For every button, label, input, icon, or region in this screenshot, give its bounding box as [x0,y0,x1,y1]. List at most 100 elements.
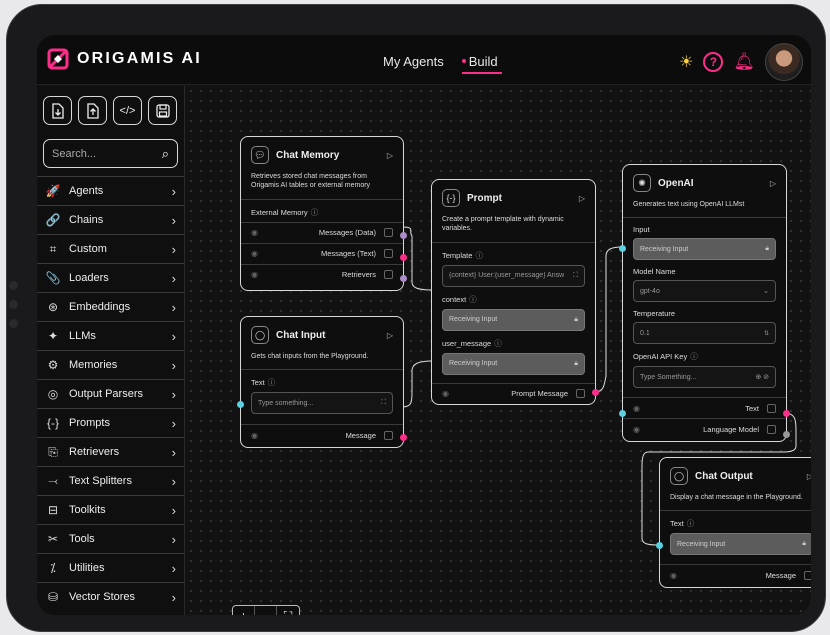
output-inspect-icon [384,228,393,238]
sidebar-item-custom[interactable]: ⌗ Custom › [37,234,184,263]
toolkits-icon: ⊟ [47,503,59,517]
node-description: Generates text using OpenAI LLMst [633,201,745,208]
export-button[interactable] [78,96,107,125]
chevron-right-icon: › [171,415,176,431]
model-select[interactable]: gpt-4o ⌄ [633,280,776,303]
sidebar-item-utilities[interactable]: ⁒ Utilities › [37,553,184,582]
temperature-stepper[interactable]: 0.1 ⇅ [633,322,776,345]
save-button[interactable] [148,96,177,125]
handle-message-output[interactable] [400,434,407,441]
chevron-right-icon: › [171,212,176,228]
output-messages-text[interactable]: ◉ Messages (Text) [241,242,403,264]
run-node-icon[interactable]: ▷ [770,179,776,188]
app-logo[interactable]: ORIGAMIS AI [47,48,202,70]
tools-icon: ✂ [47,532,59,546]
chains-icon: 🔗 [45,213,61,227]
handle-openai-left[interactable] [619,410,626,417]
output-parsers-icon: ◎ [47,387,59,401]
handle-retrievers[interactable] [400,275,407,282]
vector-stores-icon: ⛁ [47,590,59,604]
notification-bell-icon[interactable]: 🔔︎ [733,52,755,72]
sidebar-item-vector-stores[interactable]: ⛁ Vector Stores › [37,582,184,611]
loaders-icon: 📎 [45,271,61,285]
chat-memory-node[interactable]: 💬︎ Chat Memory ▷ Retrieves stored chat m… [240,136,407,291]
component-sidebar: </> Search... ⌕ 🚀 Agents › 🔗 Chains › ⌗ Custom ›… [37,86,185,615]
handle-text-input[interactable] [656,542,663,549]
chat-output-text-input[interactable]: Receiving Input 🔒︎ [670,533,811,556]
sidebar-item-tools[interactable]: ✂ Tools › [37,524,184,553]
sidebar-item-llms[interactable]: ✦ LLMs › [37,321,184,350]
sidebar-item-text-splitters[interactable]: ⤙ Text Splitters › [37,466,184,495]
user-message-input[interactable]: Receiving Input 🔒︎ [442,352,585,375]
sidebar-item-agents[interactable]: 🚀 Agents › [37,176,184,205]
handle-language-model-output[interactable] [783,431,790,438]
nav-build[interactable]: Build [461,54,502,74]
code-button[interactable]: </> [113,96,142,125]
sidebar-item-prompts[interactable]: {-} Prompts › [37,408,184,437]
sidebar-item-label: Prompts [69,417,110,429]
user-avatar[interactable] [765,43,803,81]
node-header: ◯ Chat Input ▷ [241,317,403,350]
run-node-icon[interactable]: ▷ [387,151,393,160]
main-nav: My Agents Build [383,54,502,74]
openai-node[interactable]: ✺ OpenAI ▷ Generates text using OpenAI L… [619,164,790,442]
sidebar-item-output-parsers[interactable]: ◎ Output Parsers › [37,379,184,408]
info-icon: ⓘ [686,519,695,529]
chat-input-node[interactable]: ◯ Chat Input ▷ Gets chat inputs from the… [237,316,407,448]
output-message[interactable]: ◉ Message [660,564,811,585]
zoom-controls: + - ⛶ [232,605,300,615]
zoom-in-button[interactable]: + [233,606,255,615]
context-input[interactable]: Receiving Input 🔒︎ [442,308,585,331]
export-icon [86,102,99,119]
output-prompt-message[interactable]: ◉ Prompt Message [432,382,595,404]
output-message[interactable]: ◉ Message [241,424,403,445]
output-messages-data[interactable]: ◉ Messages (Data) [241,221,403,243]
search-input[interactable]: Search... ⌕ [43,139,178,168]
chat-text-input[interactable]: Type something... ⛶ [251,392,393,415]
sidebar-item-label: Retrievers [69,446,120,458]
nav-my-agents[interactable]: My Agents [383,54,444,69]
sidebar-item-loaders[interactable]: 📎 Loaders › [37,263,184,292]
zoom-out-button[interactable]: - [255,606,277,615]
output-retrievers[interactable]: ◉ Retrievers [241,263,403,285]
chevron-right-icon: › [171,270,176,286]
handle-text-input[interactable] [237,401,244,408]
openai-input[interactable]: Receiving Input 🔒︎ [633,238,776,261]
chat-output-node[interactable]: ◯ Chat Output ▷ Display a chat message i… [656,457,811,588]
fit-view-button[interactable]: ⛶ [277,606,299,616]
api-key-input[interactable]: Type Something... ⊕ ⊘ [633,366,776,389]
node-title: Chat Memory [276,149,340,161]
output-text[interactable]: ◉ Text [623,397,786,418]
handle-messages-text[interactable] [400,254,407,261]
handle-text-output[interactable] [783,410,790,417]
custom-icon: ⌗ [49,241,57,256]
chevron-right-icon: › [171,183,176,199]
prompt-node[interactable]: {-} Prompt ▷ Create a prompt template wi… [431,179,599,405]
handle-messages-data[interactable] [400,232,407,239]
handle-openai-input[interactable] [619,245,626,252]
handle-prompt-output[interactable] [592,389,599,396]
search-placeholder: Search... [52,147,97,160]
import-button[interactable] [43,96,72,125]
run-node-icon[interactable]: ▷ [387,331,393,340]
run-node-icon[interactable]: ▷ [807,472,811,481]
sidebar-item-label: Loaders [69,272,109,284]
sidebar-item-chains[interactable]: 🔗 Chains › [37,205,184,234]
lock-icon: 🔒︎ [574,359,578,367]
sidebar-item-memories[interactable]: ⚙ Memories › [37,350,184,379]
sidebar-item-retrievers[interactable]: ⎘ Retrievers › [37,437,184,466]
app-name: ORIGAMIS AI [77,50,202,67]
template-input[interactable]: {context} User:{user_message} Answ ⛶ [442,264,585,287]
run-node-icon[interactable]: ▷ [579,194,585,203]
chevron-right-icon: › [171,357,176,373]
input-label: Input [633,225,650,235]
node-header: {-} Prompt ▷ [432,180,595,213]
help-icon[interactable]: ? [703,52,724,72]
output-language-model[interactable]: ◉ Language Model [623,418,786,439]
flow-canvas[interactable]: 💬︎ Chat Memory ▷ Retrieves stored chat m… [186,86,811,615]
sidebar-item-toolkits[interactable]: ⊟ Toolkits › [37,495,184,524]
device-side-buttons [9,281,18,338]
sidebar-item-embeddings[interactable]: ⊛ Embeddings › [37,292,184,321]
theme-toggle-sun-icon[interactable]: ☀ [679,52,693,72]
chevron-right-icon: › [171,473,176,489]
